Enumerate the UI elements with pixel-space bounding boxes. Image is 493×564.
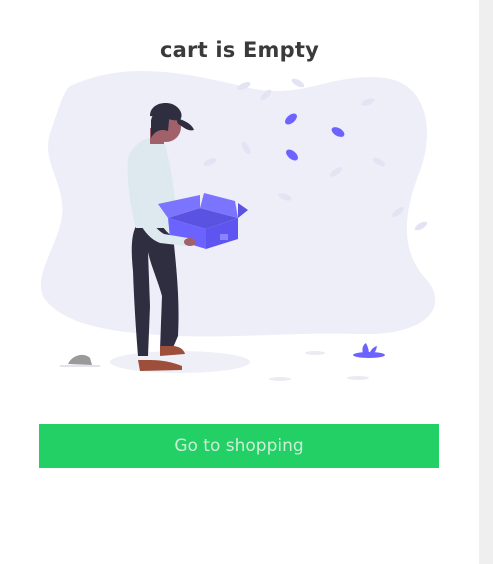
empty-cart-illustration bbox=[40, 70, 436, 381]
go-to-shopping-button[interactable]: Go to shopping bbox=[39, 424, 439, 468]
plant bbox=[353, 352, 385, 358]
rock bbox=[68, 354, 92, 365]
scrollbar-track[interactable] bbox=[479, 0, 493, 564]
page: cart is Empty Go to shopping bbox=[0, 0, 479, 564]
empty-cart-title: cart is Empty bbox=[160, 38, 319, 62]
